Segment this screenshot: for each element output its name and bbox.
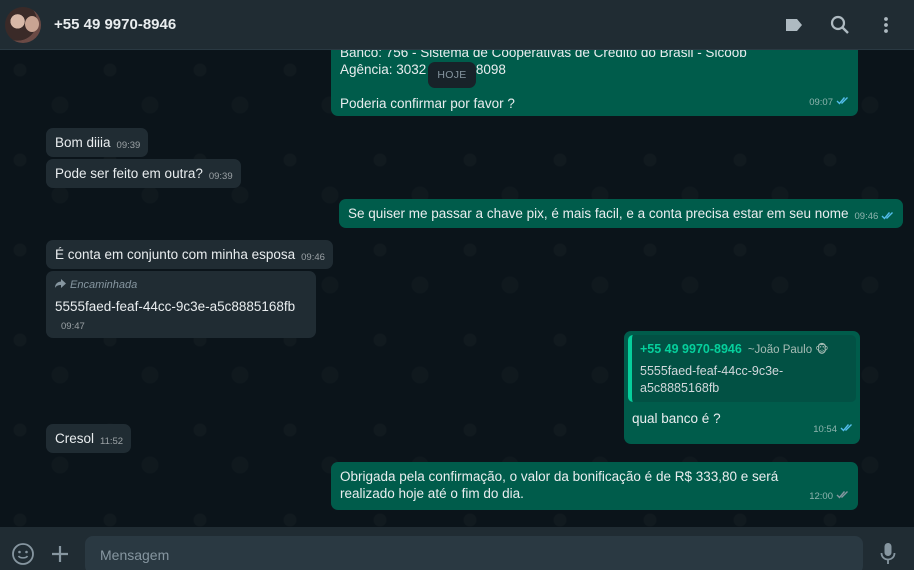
quoted-text: 5555faed-feaf-44cc-9c3e-a5c8885168fb [640,364,784,395]
message-time: 09:47 [61,321,85,332]
chat-header: +55 49 9970-8946 [0,0,914,50]
message-list[interactable]: Banco: 756 - Sistema de Cooperativas de … [0,50,914,527]
message-time: 09:39 [208,171,233,182]
search-icon[interactable] [828,13,852,37]
message-outgoing[interactable]: Banco: 756 - Sistema de Cooperativas de … [331,50,858,116]
message-text: Se quiser me passar a chave pix, é mais … [348,206,849,221]
header-actions [782,13,898,37]
message-time: 10:54 [813,424,837,435]
message-line: Poderia confirmar por favor ? [340,96,515,111]
message-text: 5555faed-feaf-44cc-9c3e-a5c8885168fb [55,299,296,314]
forwarded-label: Encaminhada [55,277,308,294]
message-outgoing-reply[interactable]: +55 49 9970-8946 ~João Paulo 🐵 5555faed-f… [624,331,860,444]
message-time: 09:46 [854,211,879,222]
message-line: Banco: 756 - Sistema de Cooperativas de … [340,50,747,60]
message-text: Bom diiia [55,135,111,150]
message-outgoing[interactable]: Obrigada pela confirmação, o valor da bo… [331,462,858,510]
double-check-icon [836,488,850,505]
emoji-icon[interactable] [10,541,36,567]
message-incoming[interactable]: Cresol 11:52 [46,424,132,453]
double-check-icon [881,207,895,224]
message-time: 12:00 [809,491,833,502]
quoted-message[interactable]: +55 49 9970-8946 ~João Paulo 🐵 5555faed-f… [628,335,856,402]
message-composer: Mensagem [0,527,914,570]
forward-arrow-icon [55,277,66,294]
forwarded-text: Encaminhada [70,279,138,291]
message-incoming[interactable]: Bom diiia 09:39 [46,128,149,157]
contact-name[interactable]: +55 49 9970-8946 [54,16,176,33]
microphone-icon[interactable] [875,541,901,567]
menu-icon[interactable] [874,13,898,37]
message-outgoing[interactable]: Se quiser me passar a chave pix, é mais … [339,199,904,228]
message-input-placeholder: Mensagem [100,547,170,563]
contact-avatar[interactable] [5,6,41,43]
message-time: 09:39 [116,140,141,151]
message-line: Agência: 3032 C/C: 208098 [340,62,506,77]
message-time: 09:07 [809,97,833,108]
message-time: 09:46 [301,252,325,263]
message-incoming-forwarded[interactable]: Encaminhada 5555faed-feaf-44cc-9c3e-a5c8… [46,271,316,338]
message-input[interactable]: Mensagem [85,536,863,570]
message-incoming[interactable]: Pode ser feito em outra? 09:39 [46,159,241,188]
message-text: É conta em conjunto com minha esposa [55,247,296,262]
label-icon[interactable] [782,13,806,37]
double-check-icon [836,94,850,111]
message-incoming[interactable]: É conta em conjunto com minha esposa 09:4… [46,240,333,269]
double-check-icon [840,421,854,438]
message-text: Cresol [55,431,95,446]
attach-plus-icon[interactable] [47,541,73,567]
message-text: qual banco é ? [632,411,721,426]
quoted-sender: +55 49 9970-8946 [640,342,742,356]
message-text: Pode ser feito em outra? [55,166,203,181]
quoted-alias: ~João Paulo 🐵 [747,344,829,356]
date-divider: HOJE [428,62,476,88]
message-time: 11:52 [100,436,124,447]
message-text: Obrigada pela confirmação, o valor da bo… [340,469,779,501]
